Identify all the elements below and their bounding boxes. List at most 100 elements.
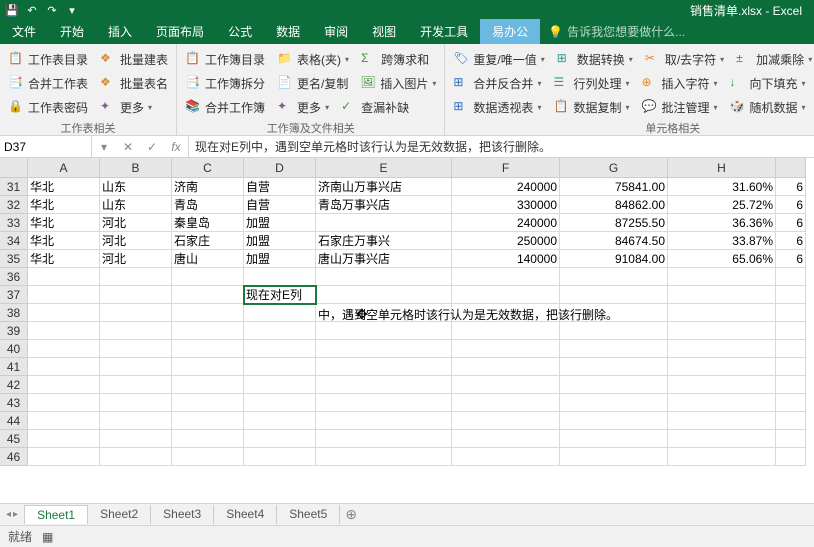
cell[interactable] (100, 304, 172, 322)
cell[interactable]: 31.60% (668, 178, 776, 196)
cell[interactable] (668, 430, 776, 448)
cell[interactable] (668, 358, 776, 376)
cell[interactable] (668, 376, 776, 394)
cmd-get-chars[interactable]: ✂取/去字符▾ (643, 48, 726, 70)
cell[interactable] (28, 358, 100, 376)
row-header[interactable]: 37 (0, 286, 28, 304)
cell[interactable] (28, 286, 100, 304)
cell[interactable] (100, 448, 172, 466)
cell[interactable]: 自营 (244, 196, 316, 214)
cell[interactable] (244, 376, 316, 394)
column-header-B[interactable]: B (100, 158, 172, 178)
formula-input[interactable]: 现在对E列中，遇到空单元格时该行认为是无效数据，把该行删除。 (189, 138, 814, 155)
cell[interactable]: 65.06% (668, 250, 776, 268)
row-header[interactable]: 42 (0, 376, 28, 394)
row-header[interactable]: 46 (0, 448, 28, 466)
spreadsheet-grid[interactable]: ABCDEFGH 3132333435363738394041424344454… (0, 158, 814, 503)
cmd-more-2[interactable]: ✦更多▾ (275, 96, 331, 118)
cmd-merge-sheets[interactable]: 📑合并工作表 (6, 72, 90, 94)
cell[interactable] (316, 376, 452, 394)
select-all-corner[interactable] (0, 158, 28, 178)
cell[interactable] (316, 214, 452, 232)
sheet-first-icon[interactable]: ◂ (6, 509, 11, 520)
tab-formulas[interactable]: 公式 (216, 19, 264, 44)
cell[interactable] (100, 340, 172, 358)
cmd-data-convert[interactable]: ⊞数据转换▾ (555, 48, 635, 70)
cell[interactable]: 青岛 (172, 196, 244, 214)
enter-formula-icon[interactable]: ✓ (140, 136, 164, 157)
row-header[interactable]: 38 (0, 304, 28, 322)
cmd-random[interactable]: 🎲随机数据▾ (728, 96, 808, 118)
cell[interactable] (244, 268, 316, 286)
cmd-batch-name[interactable]: ❖批量表名 (98, 72, 170, 94)
cell[interactable] (100, 268, 172, 286)
column-header-H[interactable]: H (668, 158, 776, 178)
cell[interactable] (172, 412, 244, 430)
column-header-F[interactable]: F (452, 158, 560, 178)
cmd-insert-pic[interactable]: 🖼插入图片▾ (358, 72, 438, 94)
cell[interactable] (100, 286, 172, 304)
cell[interactable] (668, 322, 776, 340)
cell[interactable] (172, 286, 244, 304)
cell[interactable]: 87255.50 (560, 214, 668, 232)
cell[interactable] (452, 322, 560, 340)
cell[interactable]: 华北 (28, 178, 100, 196)
cell[interactable] (244, 412, 316, 430)
cell[interactable]: 山东 (100, 196, 172, 214)
cell[interactable] (172, 304, 244, 322)
undo-icon[interactable]: ↶ (24, 2, 40, 18)
cell[interactable] (316, 304, 452, 322)
qat-more-icon[interactable]: ▾ (64, 2, 80, 18)
cell[interactable]: 330000 (452, 196, 560, 214)
cell[interactable] (668, 412, 776, 430)
row-header[interactable]: 33 (0, 214, 28, 232)
cell[interactable] (244, 448, 316, 466)
cmd-workbook-split[interactable]: 📑工作簿拆分 (183, 72, 267, 94)
cell[interactable]: 加盟 (244, 250, 316, 268)
row-header[interactable]: 44 (0, 412, 28, 430)
row-header[interactable]: 39 (0, 322, 28, 340)
cell[interactable] (316, 268, 452, 286)
cell[interactable]: 现在对E列 (244, 286, 316, 304)
cell[interactable] (452, 430, 560, 448)
cell[interactable] (316, 322, 452, 340)
cell[interactable] (100, 430, 172, 448)
cell[interactable] (28, 322, 100, 340)
cell[interactable] (452, 358, 560, 376)
cmd-more-1[interactable]: ✦更多▾ (98, 96, 154, 118)
cell[interactable]: 济南 (172, 178, 244, 196)
tab-view[interactable]: 视图 (360, 19, 408, 44)
cmd-workbook-toc[interactable]: 📋工作簿目录 (183, 48, 267, 70)
cell[interactable] (100, 394, 172, 412)
cell[interactable]: 河北 (100, 214, 172, 232)
cell[interactable] (316, 448, 452, 466)
save-icon[interactable]: 💾 (4, 2, 20, 18)
sheet-tab-sheet4[interactable]: Sheet4 (213, 505, 277, 524)
cell[interactable]: 青岛万事兴店 (316, 196, 452, 214)
cell[interactable] (244, 358, 316, 376)
cell[interactable] (28, 412, 100, 430)
column-header-C[interactable]: C (172, 158, 244, 178)
fx-icon[interactable]: fx (164, 136, 188, 157)
column-header-E[interactable]: E (316, 158, 452, 178)
cmd-batch-create[interactable]: ❖批量建表 (98, 48, 170, 70)
cell[interactable] (244, 430, 316, 448)
redo-icon[interactable]: ↷ (44, 2, 60, 18)
cell[interactable] (560, 394, 668, 412)
cmd-arithmetic[interactable]: ±加减乘除▾ (734, 48, 814, 70)
cell[interactable] (316, 358, 452, 376)
row-header[interactable]: 35 (0, 250, 28, 268)
cell[interactable]: 加盟 (244, 232, 316, 250)
cell[interactable] (452, 340, 560, 358)
row-header[interactable]: 32 (0, 196, 28, 214)
cell[interactable]: 加盟 (244, 214, 316, 232)
cell[interactable] (100, 376, 172, 394)
row-header[interactable]: 43 (0, 394, 28, 412)
tab-pagelayout[interactable]: 页面布局 (144, 19, 216, 44)
cell[interactable] (28, 340, 100, 358)
cell[interactable] (244, 322, 316, 340)
cell[interactable] (100, 322, 172, 340)
cell[interactable]: 华北 (28, 214, 100, 232)
cell[interactable] (560, 340, 668, 358)
cmd-pivot[interactable]: ⊞数据透视表▾ (451, 96, 543, 118)
